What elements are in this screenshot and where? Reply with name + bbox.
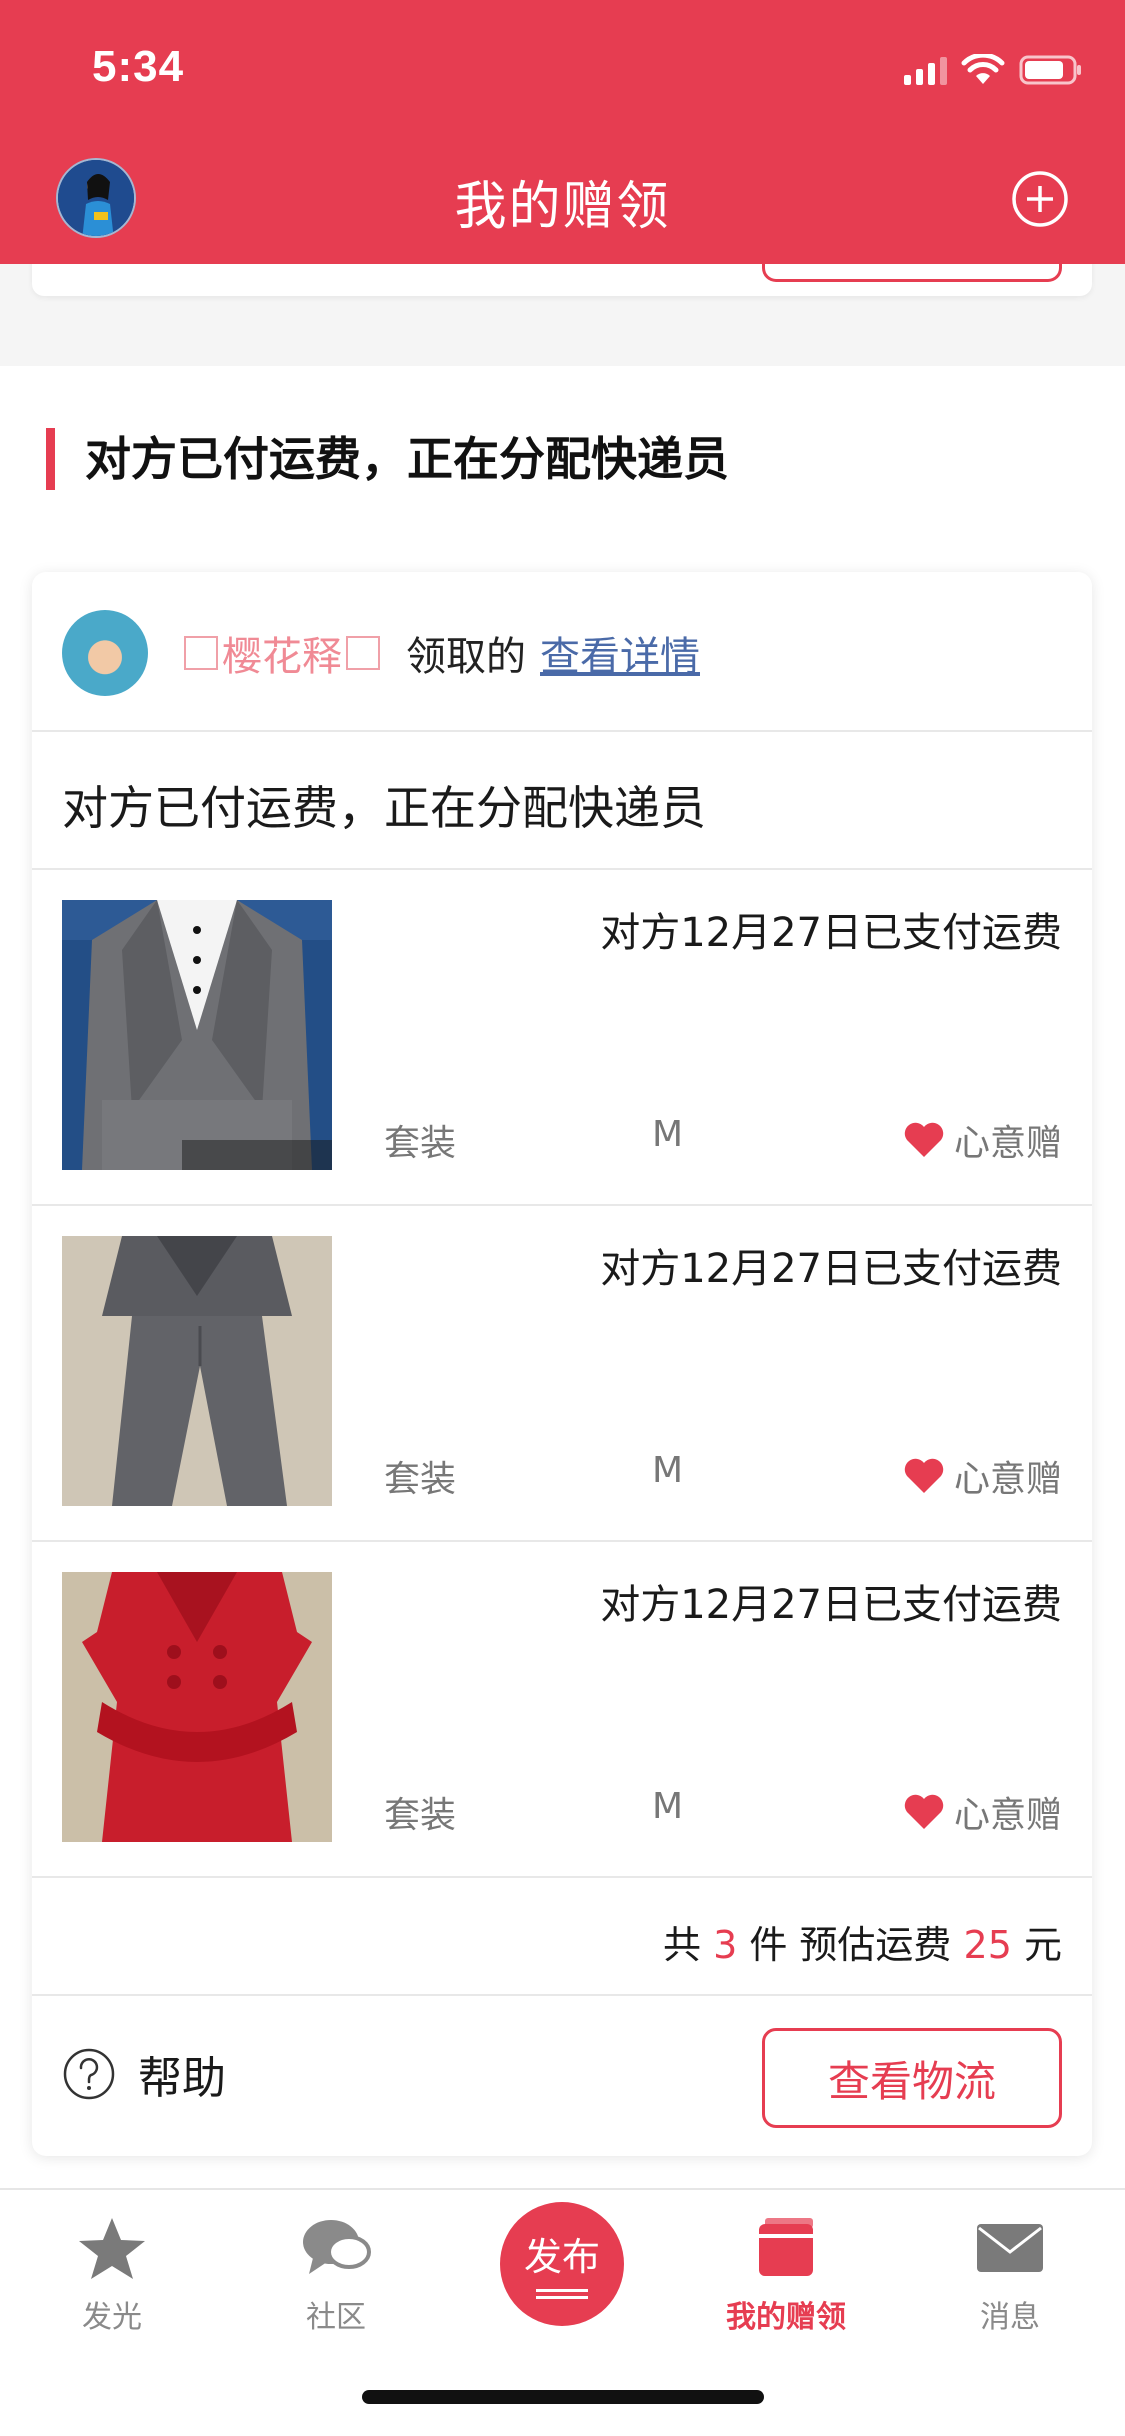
order-section: 对方已付运费，正在分配快递员 樱花释 领取的 查看详情 对方已付运费，正在分配快…: [0, 366, 1125, 2188]
summary-fee-unit: 元: [1023, 1923, 1062, 1967]
view-details-link[interactable]: 查看详情: [540, 624, 700, 682]
item-image[interactable]: [62, 1236, 332, 1506]
item-size: M: [652, 1114, 684, 1155]
item-paid-text: 对方12月27日已支付运费: [600, 1582, 1062, 1628]
user-name-text: 樱花释: [222, 634, 342, 680]
summary-count-unit: 件 预估运费: [749, 1923, 952, 1967]
item-image[interactable]: [62, 900, 332, 1170]
help-question-icon: [63, 2048, 115, 2100]
battery-icon: [1019, 54, 1083, 86]
gift-box-icon: [759, 2218, 813, 2276]
red-skirt-suit-image: [62, 1572, 332, 1842]
item-paid-text: 对方12月27日已支付运费: [600, 1246, 1062, 1292]
section-title: 对方已付运费，正在分配快递员: [46, 428, 729, 490]
cellular-signal-icon: [904, 55, 947, 85]
card-action-row: 帮助 查看物流: [32, 1996, 1092, 2156]
chat-icon: [303, 2220, 371, 2274]
item-size: M: [652, 1786, 684, 1827]
gift-label: 心意赠: [953, 1123, 1062, 1164]
action-text: 领取的: [406, 634, 526, 680]
page-title: 我的赠领: [454, 177, 671, 237]
tab-messages[interactable]: 消息: [930, 2216, 1090, 2336]
item-gift-type: 心意赠: [902, 1786, 1062, 1838]
mail-icon: [977, 2224, 1043, 2272]
item-type: 套装: [384, 1459, 457, 1500]
list-item[interactable]: 对方12月27日已支付运费 套装 M 心意赠: [32, 870, 1092, 1206]
tab-my-gifts[interactable]: 我的赠领: [706, 2216, 866, 2336]
wifi-icon: [961, 54, 1005, 86]
heart-icon: [904, 1122, 944, 1157]
tab-label: 消息: [980, 2300, 1040, 2335]
item-paid-text: 对方12月27日已支付运费: [600, 910, 1062, 956]
app-header: 5:34 我的赠领: [0, 0, 1125, 264]
home-indicator: [362, 2390, 764, 2404]
box-glyph-icon: [346, 636, 380, 670]
publish-icon: [536, 2285, 588, 2303]
plus-circle-icon: [1012, 171, 1068, 227]
card-user-row: 樱花释 领取的 查看详情: [32, 572, 1092, 732]
heart-icon: [904, 1794, 944, 1829]
summary-prefix: 共: [662, 1923, 701, 1967]
list-item[interactable]: 对方12月27日已支付运费 套装 M 心意赠: [32, 1542, 1092, 1878]
tab-community[interactable]: 社区: [256, 2216, 416, 2336]
gray-suit-pants-image: [62, 1236, 332, 1506]
user-avatar[interactable]: [62, 610, 148, 696]
item-type: 套装: [384, 1123, 457, 1164]
publish-label: 发布: [523, 2234, 600, 2279]
star-icon: [79, 2218, 145, 2279]
user-action: 领取的 查看详情: [406, 624, 700, 682]
help-label: 帮助: [138, 2053, 226, 2104]
list-item[interactable]: 对方12月27日已支付运费 套装 M 心意赠: [32, 1206, 1092, 1542]
add-button[interactable]: [1011, 170, 1069, 228]
card-status-row: 对方已付运费，正在分配快递员: [32, 732, 1092, 870]
order-card: 樱花释 领取的 查看详情 对方已付运费，正在分配快递员 对方12月27日已支付运…: [32, 572, 1092, 2156]
gray-suit-jacket-image: [62, 900, 332, 1170]
item-type: 套装: [384, 1795, 457, 1836]
status-time: 5:34: [92, 42, 185, 91]
view-logistics-button[interactable]: 查看物流: [762, 2028, 1062, 2128]
user-name[interactable]: 樱花释: [180, 624, 384, 682]
shipping-fee: 25: [963, 1923, 1012, 1967]
tab-label: 发光: [82, 2300, 142, 2335]
item-gift-type: 心意赠: [902, 1450, 1062, 1502]
tab-glow[interactable]: 发光: [32, 2216, 192, 2336]
order-summary-row: 共 3 件 预估运费 25 元: [32, 1878, 1092, 1996]
item-count: 3: [713, 1923, 738, 1967]
help-button[interactable]: 帮助: [62, 2042, 226, 2106]
order-status-text: 对方已付运费，正在分配快递员: [62, 781, 706, 835]
item-image[interactable]: [62, 1572, 332, 1842]
order-summary: 共 3 件 预估运费 25 元: [663, 1914, 1062, 1969]
box-glyph-icon: [184, 636, 218, 670]
tab-label: 我的赠领: [726, 2300, 846, 2335]
item-gift-type: 心意赠: [902, 1114, 1062, 1166]
status-icons: [904, 50, 1083, 90]
gift-label: 心意赠: [953, 1795, 1062, 1836]
heart-icon: [904, 1458, 944, 1493]
gift-label: 心意赠: [953, 1459, 1062, 1500]
item-size: M: [652, 1450, 684, 1491]
publish-button[interactable]: 发布: [500, 2202, 624, 2326]
tab-label: 社区: [306, 2300, 366, 2335]
